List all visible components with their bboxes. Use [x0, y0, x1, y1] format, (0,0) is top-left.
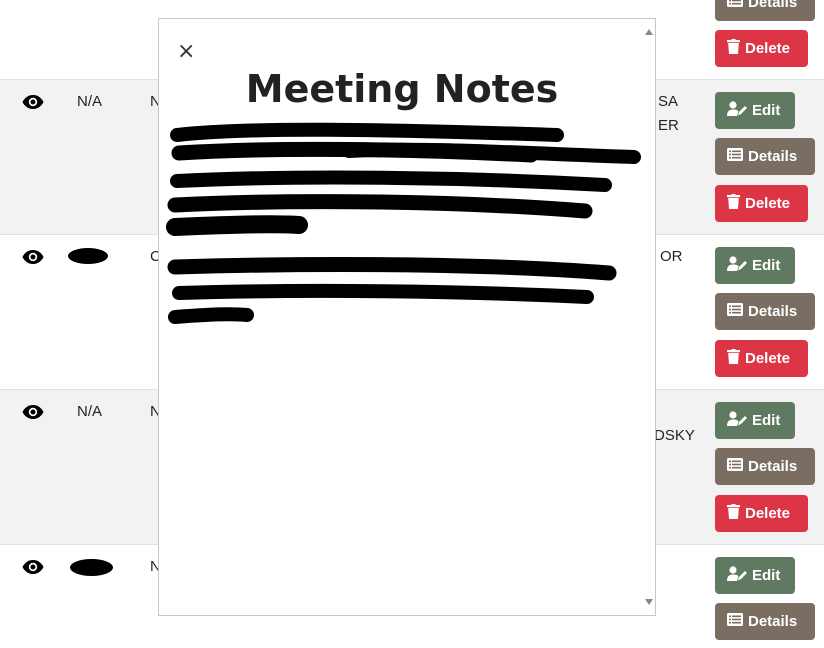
delete-label: Delete	[745, 505, 791, 522]
delete-label: Delete	[745, 40, 791, 57]
redacted-value	[68, 248, 108, 264]
edit-button[interactable]: Edit	[715, 557, 795, 594]
details-button[interactable]: Details	[715, 448, 815, 485]
details-button[interactable]: Details	[715, 293, 815, 330]
cell-value: ER	[658, 117, 679, 134]
details-label: Details	[748, 613, 798, 630]
details-button[interactable]: Details	[715, 138, 815, 175]
list-icon	[727, 148, 743, 165]
delete-button[interactable]: Delete	[715, 185, 808, 222]
list-icon	[727, 0, 743, 11]
eye-icon[interactable]	[22, 559, 44, 575]
edit-label: Edit	[752, 567, 781, 584]
edit-label: Edit	[752, 102, 781, 119]
details-label: Details	[748, 458, 798, 475]
cell-value: DSKY	[654, 427, 695, 444]
trash-icon	[727, 39, 740, 58]
user-edit-icon	[727, 101, 747, 120]
details-label: Details	[748, 148, 798, 165]
cell-value: N/A	[77, 93, 103, 110]
cell-value: OR	[660, 248, 683, 265]
list-icon	[727, 458, 743, 475]
details-label: Details	[748, 303, 798, 320]
list-icon	[727, 303, 743, 320]
details-button[interactable]: Details	[715, 603, 815, 640]
user-edit-icon	[727, 256, 747, 275]
edit-button[interactable]: Edit	[715, 92, 795, 129]
scroll-down-arrow[interactable]	[645, 599, 653, 605]
trash-icon	[727, 194, 740, 213]
delete-button[interactable]: Delete	[715, 495, 808, 532]
cell-value: SA	[658, 93, 679, 110]
eye-icon[interactable]	[22, 94, 44, 110]
meeting-notes-modal: × Meeting Notes	[158, 18, 656, 616]
delete-button[interactable]: Delete	[715, 340, 808, 377]
edit-button[interactable]: Edit	[715, 247, 795, 284]
delete-label: Delete	[745, 195, 791, 212]
cell-value: N/A	[77, 403, 103, 420]
list-icon	[727, 613, 743, 630]
user-edit-icon	[727, 411, 747, 430]
eye-icon[interactable]	[22, 249, 44, 265]
trash-icon	[727, 504, 740, 523]
user-edit-icon	[727, 566, 747, 585]
edit-button[interactable]: Edit	[715, 402, 795, 439]
trash-icon	[727, 349, 740, 368]
details-label: Details	[748, 0, 798, 11]
delete-button[interactable]: Delete	[715, 30, 808, 67]
delete-label: Delete	[745, 350, 791, 367]
redacted-value	[70, 559, 113, 576]
details-button[interactable]: Details	[715, 0, 815, 21]
eye-icon[interactable]	[22, 404, 44, 420]
redacted-notes	[166, 122, 641, 324]
edit-label: Edit	[752, 412, 781, 429]
edit-label: Edit	[752, 257, 781, 274]
